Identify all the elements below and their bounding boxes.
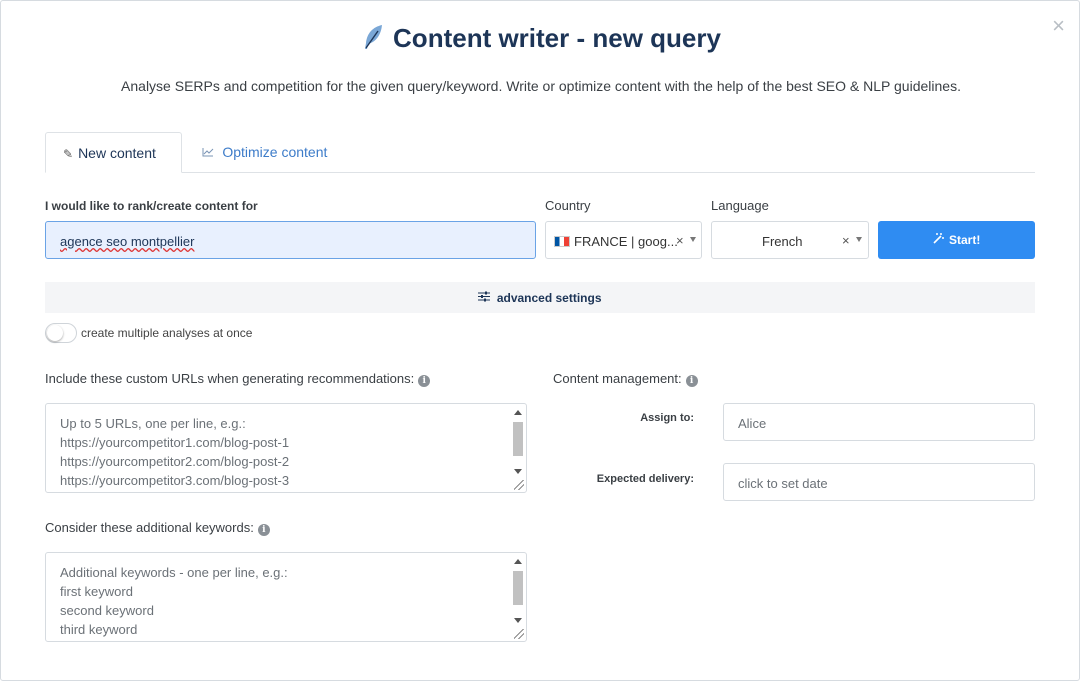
placeholder-line: https://yourcompetitor1.com/blog-post-1 bbox=[60, 435, 290, 450]
start-button[interactable]: Start! bbox=[878, 221, 1035, 259]
france-flag-icon bbox=[554, 236, 570, 247]
expected-delivery-label: Expected delivery: bbox=[596, 473, 694, 485]
custom-urls-label: Include these custom URLs when generatin… bbox=[45, 371, 431, 387]
page-title: Content writer - new query bbox=[1, 23, 1080, 57]
query-label: I would like to rank/create content for bbox=[45, 199, 258, 213]
tab-bar: ✎ New content Optimize content bbox=[45, 132, 1035, 173]
chevron-down-icon[interactable] bbox=[856, 237, 862, 242]
info-icon[interactable]: i bbox=[257, 524, 270, 536]
assign-to-label: Assign to: bbox=[640, 412, 694, 424]
clear-country-icon[interactable]: × bbox=[676, 233, 684, 248]
country-select[interactable]: FRANCE | goog... × bbox=[545, 221, 702, 259]
resize-handle-icon[interactable] bbox=[514, 629, 524, 639]
resize-handle-icon[interactable] bbox=[514, 480, 524, 490]
toggle-knob bbox=[47, 325, 63, 341]
assign-to-value: Alice bbox=[738, 416, 767, 431]
custom-urls-label-text: Include these custom URLs when generatin… bbox=[45, 371, 415, 386]
country-value-wrap: FRANCE | goog... bbox=[554, 234, 678, 249]
scrollbar[interactable] bbox=[511, 406, 524, 478]
title-text: Content writer - new query bbox=[393, 23, 721, 53]
language-select[interactable]: French × bbox=[711, 221, 869, 259]
scroll-down-icon[interactable] bbox=[514, 469, 522, 474]
tab-label: Optimize content bbox=[222, 144, 328, 160]
feather-icon bbox=[361, 24, 385, 57]
multiple-analyses-label: create multiple analyses at once bbox=[81, 326, 253, 340]
placeholder-line: https://yourcompetitor3.com/blog-post-3 bbox=[60, 473, 290, 488]
scroll-down-icon[interactable] bbox=[514, 618, 522, 623]
page-subtitle: Analyse SERPs and competition for the gi… bbox=[121, 78, 961, 94]
expected-delivery-field[interactable]: click to set date bbox=[723, 463, 1035, 501]
tab-label: New content bbox=[78, 145, 156, 161]
country-label: Country bbox=[545, 198, 591, 213]
chevron-down-icon[interactable] bbox=[690, 237, 696, 242]
tab-new-content[interactable]: ✎ New content bbox=[45, 132, 182, 173]
clear-language-icon[interactable]: × bbox=[842, 233, 850, 248]
custom-urls-textarea[interactable]: Up to 5 URLs, one per line, e.g.: https:… bbox=[45, 403, 527, 493]
sliders-icon bbox=[478, 291, 493, 305]
content-management-label: Content management: i bbox=[553, 371, 698, 387]
query-value: agence seo montpellier bbox=[60, 234, 195, 249]
scroll-up-icon[interactable] bbox=[514, 410, 522, 415]
info-icon[interactable]: i bbox=[685, 375, 698, 387]
advanced-label: advanced settings bbox=[496, 291, 602, 305]
chart-line-icon bbox=[202, 146, 217, 160]
placeholder-line: first keyword bbox=[60, 584, 133, 599]
language-value: French bbox=[762, 234, 803, 249]
country-value: FRANCE | goog... bbox=[574, 234, 678, 249]
assign-to-field[interactable]: Alice bbox=[723, 403, 1035, 441]
content-management-label-text: Content management: bbox=[553, 371, 682, 386]
magic-wand-icon bbox=[933, 233, 947, 247]
scroll-thumb[interactable] bbox=[513, 571, 523, 605]
info-icon[interactable]: i bbox=[418, 375, 431, 387]
query-input[interactable]: agence seo montpellier bbox=[45, 221, 536, 259]
placeholder-line: second keyword bbox=[60, 603, 154, 618]
start-label: Start! bbox=[949, 233, 981, 247]
language-label: Language bbox=[711, 198, 769, 213]
tab-optimize-content[interactable]: Optimize content bbox=[185, 132, 344, 173]
keywords-label-text: Consider these additional keywords: bbox=[45, 520, 254, 535]
placeholder-line: third keyword bbox=[60, 622, 138, 637]
advanced-settings-button[interactable]: advanced settings bbox=[45, 282, 1035, 313]
scroll-up-icon[interactable] bbox=[514, 559, 522, 564]
new-query-modal: × Content writer - new query Analyse SER… bbox=[0, 0, 1080, 681]
pencil-icon: ✎ bbox=[63, 147, 74, 161]
delivery-placeholder: click to set date bbox=[738, 476, 828, 491]
placeholder-line: https://yourcompetitor2.com/blog-post-2 bbox=[60, 454, 290, 469]
scrollbar[interactable] bbox=[511, 555, 524, 627]
scroll-thumb[interactable] bbox=[513, 422, 523, 456]
multiple-analyses-toggle[interactable] bbox=[45, 323, 77, 343]
placeholder-line: Up to 5 URLs, one per line, e.g.: bbox=[60, 416, 246, 431]
keywords-textarea[interactable]: Additional keywords - one per line, e.g.… bbox=[45, 552, 527, 642]
keywords-label: Consider these additional keywords: i bbox=[45, 520, 270, 536]
placeholder-line: Additional keywords - one per line, e.g.… bbox=[60, 565, 288, 580]
